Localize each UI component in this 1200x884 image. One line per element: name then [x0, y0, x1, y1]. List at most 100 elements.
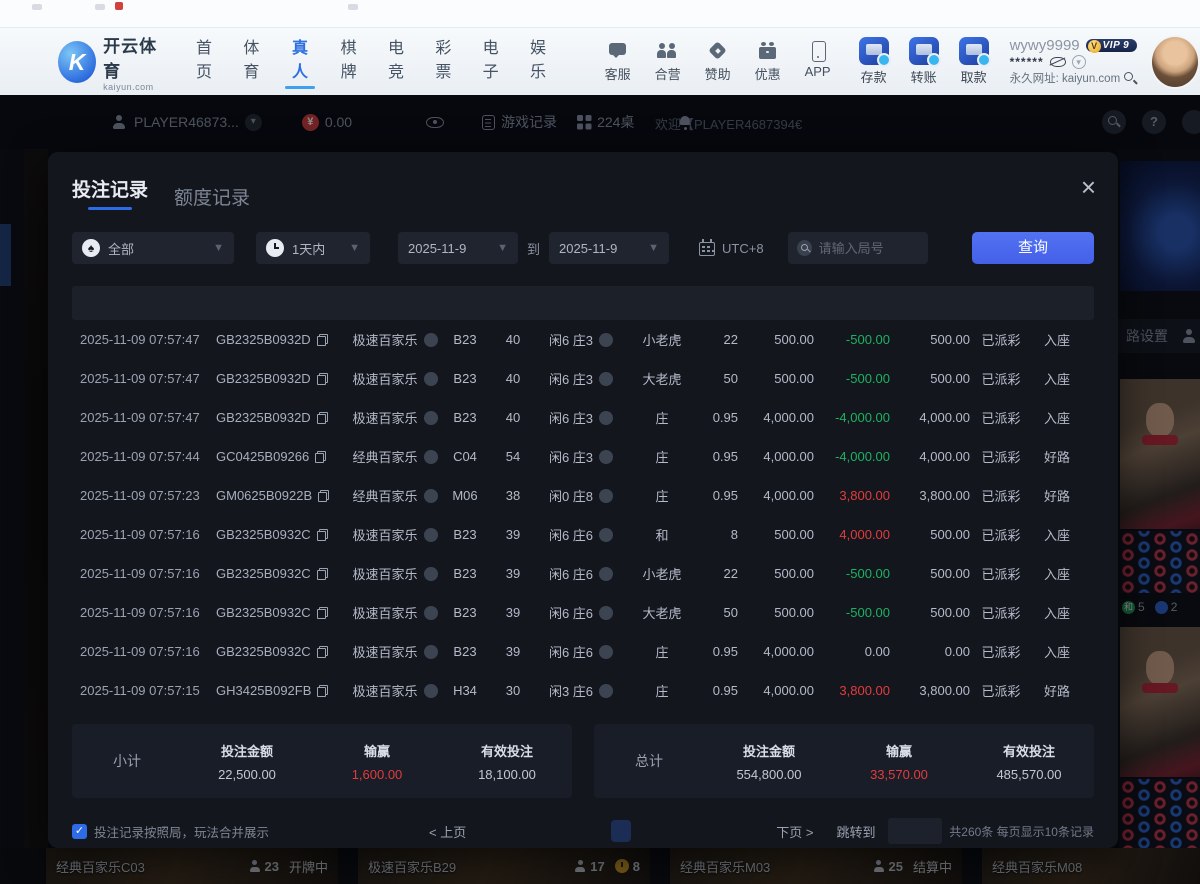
close-icon[interactable]: ×	[1081, 176, 1096, 198]
cell-winloss: 0.00	[820, 644, 896, 659]
copy-icon[interactable]	[317, 529, 328, 541]
user-box: wywy9999 V VIP 9 ****** 永久网址: kaiyun.com	[1010, 37, 1147, 86]
page-number[interactable]	[743, 820, 763, 842]
wallet-links: 存款 转账 取款	[854, 37, 994, 86]
wallet-link[interactable]: 存款	[854, 37, 894, 86]
copy-icon[interactable]	[317, 607, 328, 619]
quick-link[interactable]: 合营	[650, 41, 686, 83]
page-number[interactable]	[578, 820, 598, 842]
nav-item[interactable]: 电子	[477, 34, 504, 89]
cell-result: 闲6 庄3	[536, 369, 626, 388]
table-row: 2025-11-09 07:57:16 GB2325B0932C 极速百家乐 B…	[72, 515, 1094, 554]
strip-red-badge	[115, 2, 123, 10]
page-number[interactable]	[611, 820, 631, 842]
table-row: 2025-11-09 07:57:16 GB2325B0932C 极速百家乐 B…	[72, 593, 1094, 632]
cell-table-no: B23	[440, 410, 490, 425]
cell-play: 庄	[626, 681, 698, 700]
cell-game-type: 极速百家乐	[350, 603, 440, 622]
copy-icon[interactable]	[317, 334, 328, 346]
merge-checkbox[interactable]: ✓	[72, 824, 87, 839]
modal-footer: ✓ 投注记录按照局，玩法合并展示 < 上页 下页 > 跳转到 共260条 每页显…	[72, 816, 1094, 846]
cell-bet-amount: 4,000.00	[744, 488, 820, 503]
eye-off-icon[interactable]	[1050, 57, 1066, 67]
nav-item[interactable]: 电竞	[382, 34, 409, 89]
copy-icon[interactable]	[317, 412, 328, 424]
brand-logo[interactable]: K 开云体育 kaiyun.com	[58, 32, 168, 92]
quick-link[interactable]: 客服	[600, 41, 636, 83]
nav-item[interactable]: 真人	[285, 34, 315, 89]
timezone-toggle[interactable]: UTC+8	[699, 240, 764, 256]
summary-column: 输赢 1,600.00	[312, 741, 442, 782]
cell-odds: 0.95	[698, 449, 744, 464]
cell-winloss: -500.00	[820, 332, 896, 347]
cell-round: 39	[490, 644, 536, 659]
modal-tab[interactable]: 投注记录	[72, 175, 148, 210]
to-label: 到	[527, 239, 540, 258]
bet-records-modal: 投注记录额度记录 × ♠ 全部 ▼ 1天内 ▼ 2025-11-9 ▼ 到	[48, 152, 1118, 848]
cell-status: 已派彩	[976, 642, 1026, 661]
cell-game-id: GB2325B0932D	[216, 332, 350, 347]
quick-link[interactable]: APP	[800, 41, 836, 83]
page-number[interactable]	[644, 820, 664, 842]
game-type-icon	[424, 372, 438, 386]
wallet-link[interactable]: 取款	[954, 37, 994, 86]
cell-game-mode: 入座	[1026, 330, 1088, 349]
cell-round: 54	[490, 449, 536, 464]
nav-item[interactable]: 娱乐	[524, 34, 551, 89]
cell-round: 40	[490, 332, 536, 347]
nav-item[interactable]: 首页	[190, 34, 217, 89]
quick-link[interactable]: 赞助	[700, 41, 736, 83]
cell-table-no: B23	[440, 644, 490, 659]
page-number[interactable]	[545, 820, 565, 842]
game-type-icon	[424, 411, 438, 425]
next-page-button[interactable]: 下页 >	[776, 822, 813, 841]
cell-play: 小老虎	[626, 564, 698, 583]
round-search-input[interactable]	[819, 241, 919, 256]
nav-item[interactable]: 彩票	[430, 34, 457, 89]
merge-toggle: ✓ 投注记录按照局，玩法合并展示	[72, 822, 269, 841]
copy-icon[interactable]	[317, 568, 328, 580]
cell-bet-amount: 4,000.00	[744, 644, 820, 659]
time-range-dropdown[interactable]: 1天内 ▼	[256, 232, 370, 264]
page-number[interactable]	[479, 820, 499, 842]
nav-item[interactable]: 棋牌	[335, 34, 362, 89]
summary-column: 投注金额 554,800.00	[704, 741, 834, 782]
cell-bet-time: 2025-11-09 07:57:23	[72, 488, 216, 503]
copy-icon[interactable]	[318, 490, 329, 502]
cell-status: 已派彩	[976, 681, 1026, 700]
modal-tab[interactable]: 额度记录	[174, 183, 250, 210]
nav-item[interactable]: 体育	[238, 34, 265, 89]
jump-page-input[interactable]	[888, 818, 942, 844]
cell-valid-bet: 0.00	[896, 644, 976, 659]
cell-round: 39	[490, 566, 536, 581]
copy-icon[interactable]	[317, 685, 328, 697]
avatar[interactable]	[1150, 35, 1200, 89]
cell-bet-time: 2025-11-09 07:57:47	[72, 371, 216, 386]
cell-game-type: 极速百家乐	[350, 330, 440, 349]
refresh-circle-icon[interactable]	[1072, 55, 1086, 69]
chevron-down-icon: ▼	[648, 242, 659, 254]
cell-valid-bet: 4,000.00	[896, 410, 976, 425]
cell-game-id: GB2325B0932D	[216, 410, 350, 425]
cell-valid-bet: 500.00	[896, 371, 976, 386]
quick-link[interactable]: 优惠	[750, 41, 786, 83]
cell-bet-time: 2025-11-09 07:57:47	[72, 410, 216, 425]
page-number[interactable]	[677, 820, 697, 842]
cell-bet-amount: 500.00	[744, 371, 820, 386]
game-type-icon	[424, 645, 438, 659]
query-button[interactable]: 查询	[972, 232, 1094, 264]
cell-play: 庄	[626, 486, 698, 505]
cell-play: 大老虎	[626, 603, 698, 622]
category-dropdown[interactable]: ♠ 全部 ▼	[72, 232, 234, 264]
prev-page-button[interactable]: < 上页	[429, 822, 466, 841]
wallet-link[interactable]: 转账	[904, 37, 944, 86]
game-type-icon	[424, 567, 438, 581]
copy-icon[interactable]	[317, 373, 328, 385]
game-type-icon	[424, 528, 438, 542]
modal-tabs: 投注记录额度记录	[72, 176, 1094, 210]
date-to-dropdown[interactable]: 2025-11-9 ▼	[549, 232, 669, 264]
date-from-dropdown[interactable]: 2025-11-9 ▼	[398, 232, 518, 264]
magnifier-icon[interactable]	[1123, 71, 1137, 85]
copy-icon[interactable]	[317, 646, 328, 658]
copy-icon[interactable]	[315, 451, 326, 463]
